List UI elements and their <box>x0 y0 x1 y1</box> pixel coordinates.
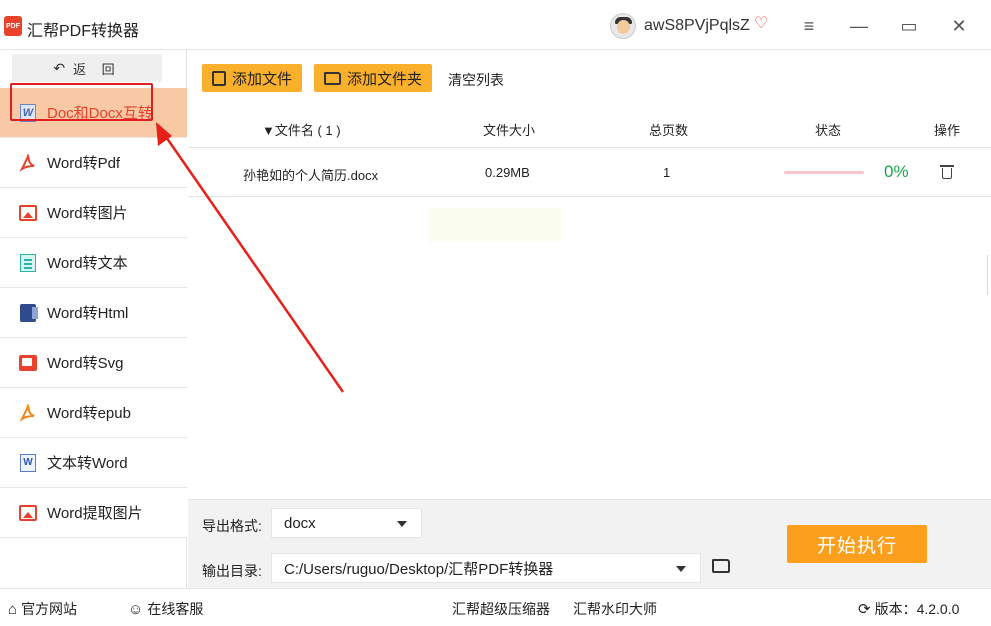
clear-list-button[interactable]: 清空列表 <box>448 70 504 90</box>
open-folder-icon[interactable] <box>712 559 730 573</box>
sidebar-item-doc-docx[interactable]: W Doc和Docx互转 <box>0 88 187 138</box>
export-format-label: 导出格式: <box>202 518 262 534</box>
minimize-button[interactable]: — <box>847 14 871 38</box>
back-arrow-icon: ↶ <box>53 59 66 76</box>
word-icon: W <box>18 103 38 123</box>
progress-percent: 0% <box>884 162 909 181</box>
export-format-select[interactable]: docx <box>271 508 422 538</box>
chevron-down-icon <box>397 521 407 527</box>
column-status: 状态 <box>815 123 842 138</box>
user-name[interactable]: awS8PVjPqlsZ <box>644 17 750 35</box>
sidebar-item-label: Word转Svg <box>47 355 124 372</box>
watermark-link[interactable]: 汇帮水印大师 <box>573 599 657 619</box>
image-icon <box>18 203 38 223</box>
vip-diamond-icon[interactable]: ♡ <box>752 15 770 33</box>
sidebar-item-label: Word转图片 <box>47 205 128 222</box>
menu-icon[interactable]: ≡ <box>797 14 821 38</box>
sidebar-item-word-pdf[interactable]: Word转Pdf <box>0 138 187 188</box>
refresh-icon: ⟳ <box>858 601 871 618</box>
delete-icon[interactable] <box>940 164 954 180</box>
app-logo-icon: PDF <box>4 16 22 36</box>
add-folder-label: 添加文件夹 <box>347 70 423 88</box>
back-button-label: 返 回 <box>73 61 121 77</box>
sidebar: ↶ 返 回 W Doc和Docx互转 Word转Pdf Word转图片 Word… <box>0 50 187 588</box>
text-file-icon <box>18 253 38 273</box>
progress-bar <box>784 171 864 174</box>
column-file-size: 文件大小 <box>483 123 536 138</box>
sidebar-item-word-svg[interactable]: Word转Svg <box>0 338 187 388</box>
app-title: 汇帮PDF转换器 <box>27 23 140 40</box>
sidebar-item-label: Word提取图片 <box>47 505 143 522</box>
add-file-button[interactable]: 添加文件 <box>202 64 303 92</box>
user-avatar[interactable] <box>610 13 636 39</box>
file-size-cell: 0.29MB <box>485 165 530 180</box>
chevron-down-icon <box>676 566 686 572</box>
acrobat-icon <box>18 153 38 173</box>
support-agent-icon: ☺ <box>128 600 144 618</box>
sidebar-item-word-html[interactable]: Word转Html <box>0 288 187 338</box>
official-website-link[interactable]: ⌂ 官方网站 <box>8 599 77 619</box>
folder-icon <box>324 71 341 85</box>
table-row[interactable]: 孙艳如的个人简历.docx 0.29MB 1 0% <box>188 148 991 197</box>
add-file-label: 添加文件 <box>232 70 293 88</box>
add-folder-button[interactable]: 添加文件夹 <box>314 64 433 92</box>
sidebar-item-label: Doc和Docx互转 <box>47 105 153 122</box>
back-button[interactable]: ↶ 返 回 <box>12 54 162 82</box>
svg-image-icon <box>18 353 38 373</box>
sidebar-item-word-epub[interactable]: Word转epub <box>0 388 187 438</box>
title-bar: PDF 汇帮PDF转换器 awS8PVjPqlsZ ♡ ≡ — ▭ ✕ <box>0 0 991 50</box>
html-file-icon <box>18 303 38 323</box>
sidebar-item-label: Word转Pdf <box>47 155 121 172</box>
side-panel-handle[interactable] <box>987 255 991 295</box>
start-button[interactable]: 开始执行 <box>787 525 927 563</box>
column-total-pages: 总页数 <box>649 123 689 138</box>
file-name-cell: 孙艳如的个人简历.docx <box>243 168 379 183</box>
sidebar-item-label: Word转文本 <box>47 255 128 272</box>
column-file-name[interactable]: ▼文件名 ( 1 ) <box>262 120 341 139</box>
home-icon: ⌂ <box>8 600 18 618</box>
export-settings-panel: 导出格式: docx 输出目录: C:/Users/ruguo/Desktop/… <box>188 499 991 588</box>
export-format-value: docx <box>284 514 316 532</box>
toolbar: 添加文件 添加文件夹 清空列表 <box>188 50 991 104</box>
sort-down-icon: ▼ <box>262 123 275 138</box>
online-support-link[interactable]: ☺ 在线客服 <box>128 599 203 619</box>
output-dir-select[interactable]: C:/Users/ruguo/Desktop/汇帮PDF转换器 <box>271 553 701 583</box>
sidebar-item-word-image[interactable]: Word转图片 <box>0 188 187 238</box>
close-button[interactable]: ✕ <box>947 14 971 38</box>
image-icon <box>18 503 38 523</box>
add-file-icon <box>212 70 226 86</box>
sidebar-item-label: Word转Html <box>47 305 129 322</box>
acrobat-icon <box>18 403 38 423</box>
sidebar-item-label: 文本转Word <box>47 455 128 472</box>
page-count-cell: 1 <box>663 165 671 180</box>
footer: ⌂ 官方网站 ☺ 在线客服 汇帮超级压缩器 汇帮水印大师 ⟳ 版本： 4.2.0… <box>0 588 991 626</box>
drop-area-hint <box>428 208 562 242</box>
sidebar-item-word-text[interactable]: Word转文本 <box>0 238 187 288</box>
sidebar-item-text-word[interactable]: W 文本转Word <box>0 438 187 488</box>
output-dir-value: C:/Users/ruguo/Desktop/汇帮PDF转换器 <box>284 560 554 578</box>
compressor-link[interactable]: 汇帮超级压缩器 <box>452 599 550 619</box>
maximize-button[interactable]: ▭ <box>897 14 921 38</box>
table-header: ▼文件名 ( 1 ) 文件大小 总页数 状态 操作 <box>188 104 991 148</box>
output-dir-label: 输出目录: <box>202 563 262 579</box>
version-info: ⟳ 版本： 4.2.0.0 <box>858 601 960 618</box>
word-doc-icon: W <box>18 453 38 473</box>
sidebar-menu: W Doc和Docx互转 Word转Pdf Word转图片 Word转文本 Wo… <box>0 88 187 538</box>
column-actions: 操作 <box>934 123 961 138</box>
sidebar-item-label: Word转epub <box>47 405 131 422</box>
sidebar-item-word-extract-image[interactable]: Word提取图片 <box>0 488 187 538</box>
